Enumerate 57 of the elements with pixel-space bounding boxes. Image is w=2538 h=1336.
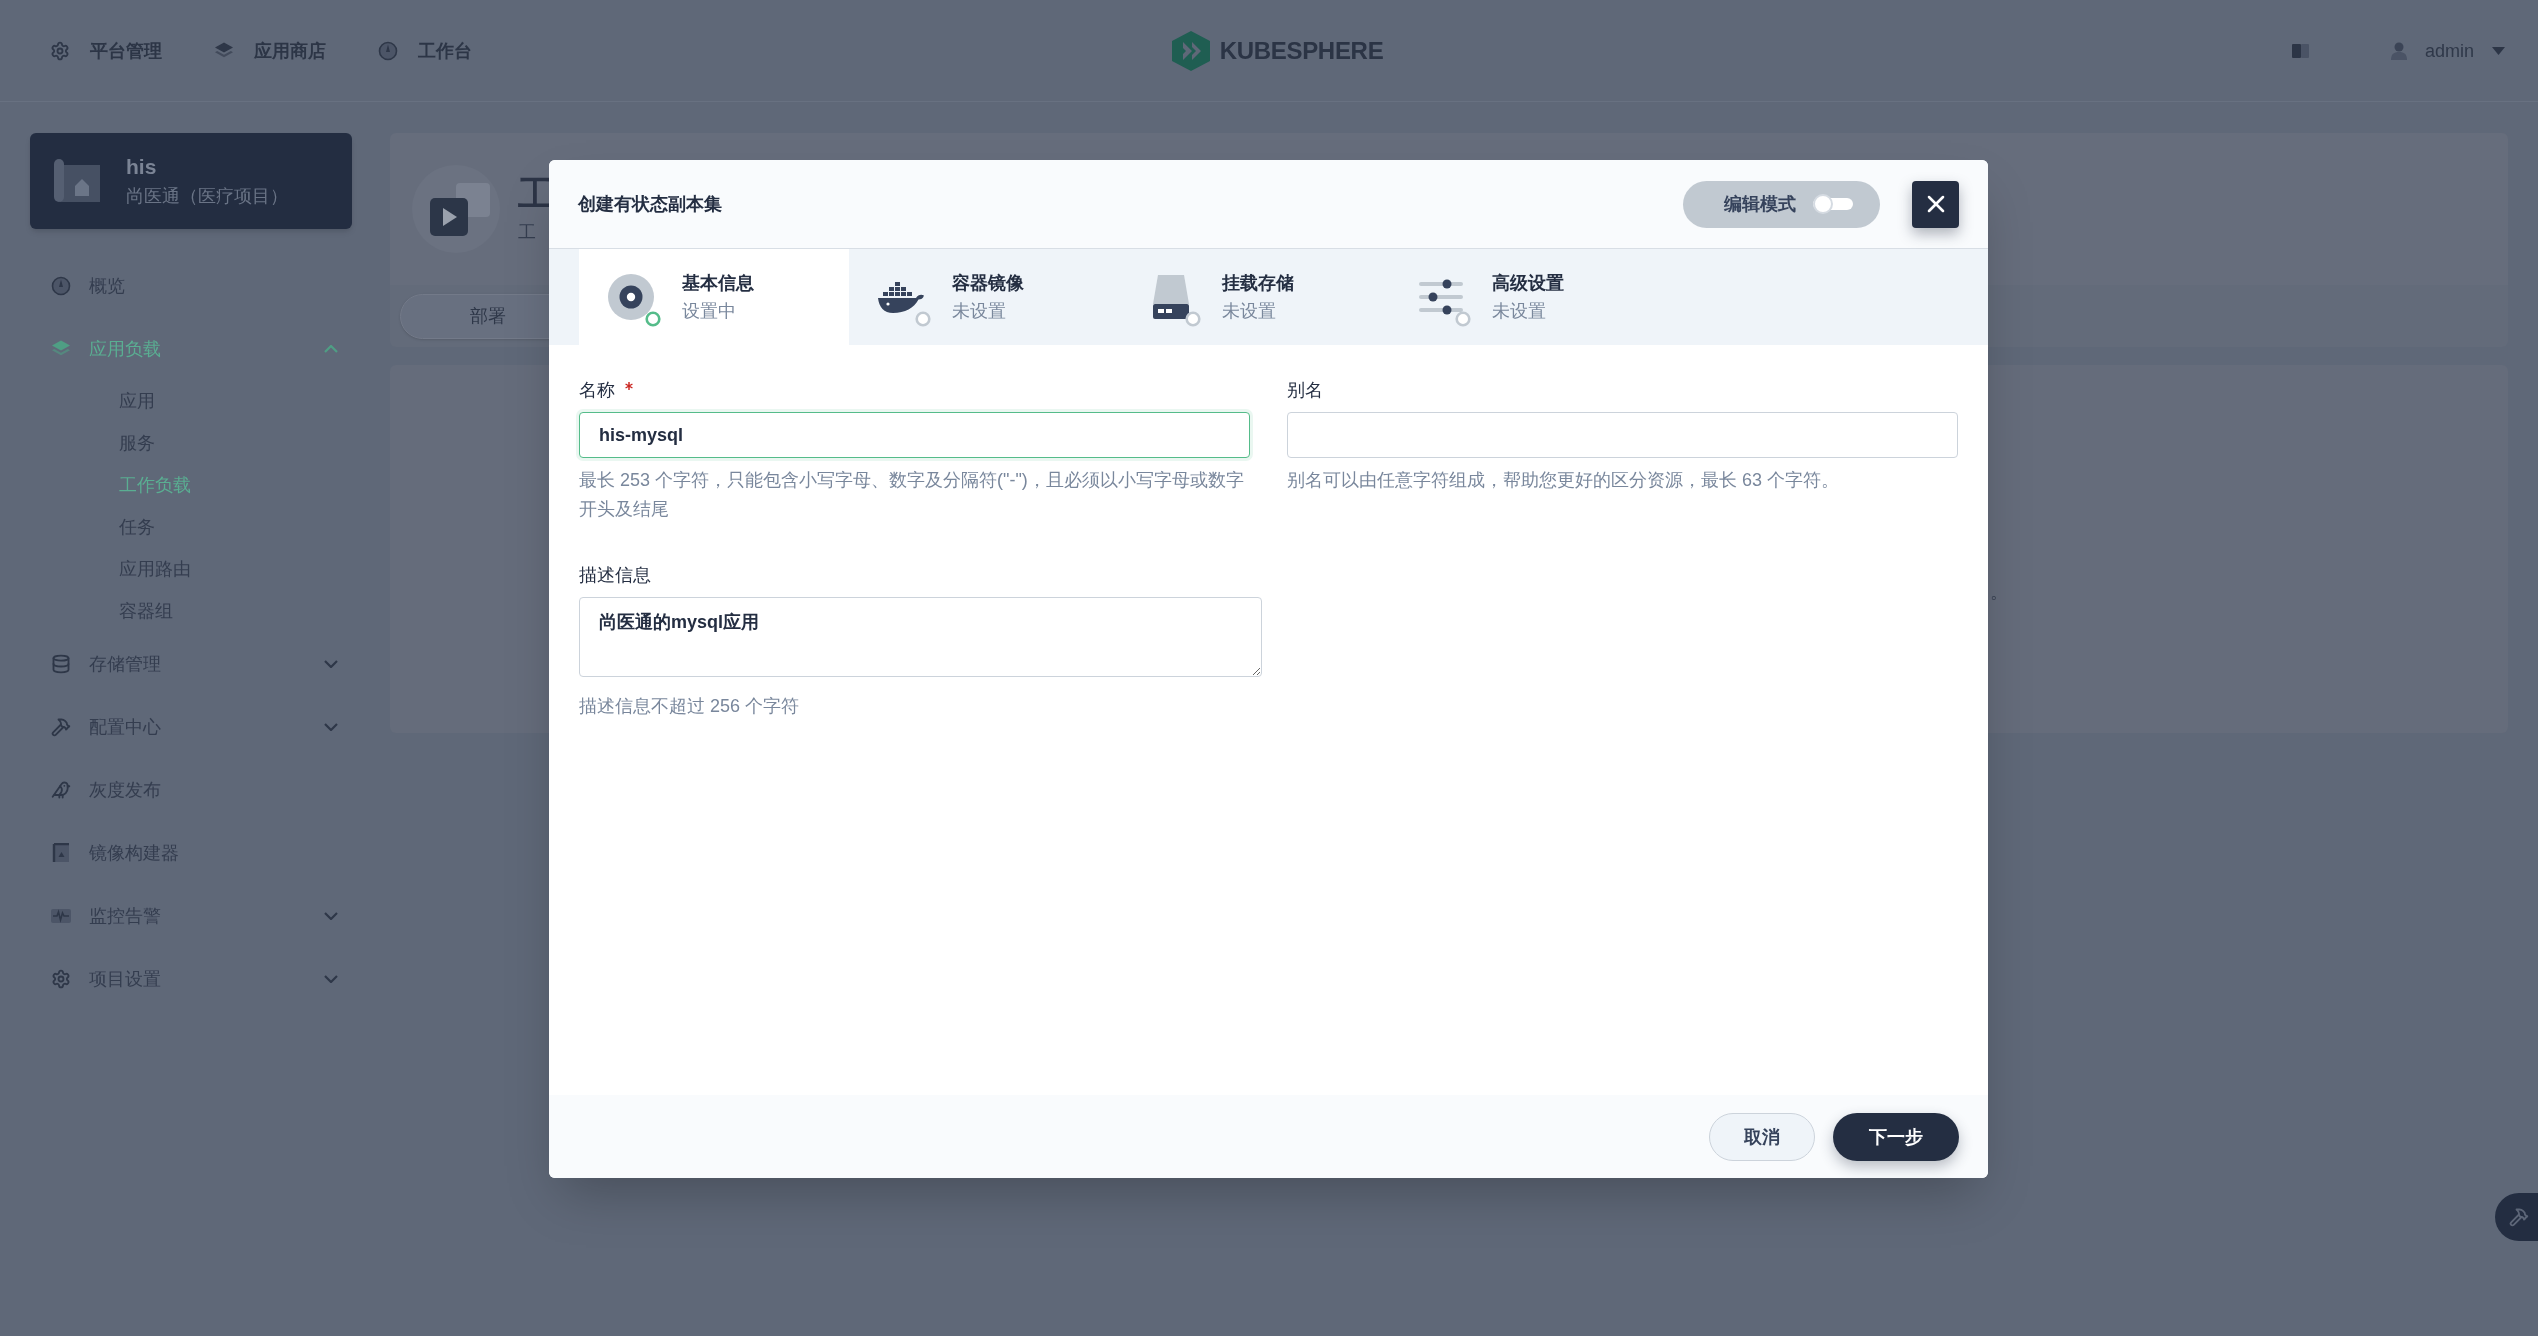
field-label: 别名 [1287, 379, 1323, 402]
step-title: 挂载存储 [1222, 272, 1294, 295]
text-input[interactable]: his-mysql [579, 412, 1250, 458]
project-card[interactable]: his 尚医通（医疗项目） [30, 133, 352, 229]
step-tab[interactable]: 高级设置 未设置 [1389, 249, 1659, 345]
sidebar-subitem[interactable]: 工作负载 [30, 464, 352, 506]
hammer-icon [2508, 1207, 2529, 1227]
disc-icon [608, 274, 654, 320]
step-tab[interactable]: 容器镜像 未设置 [849, 249, 1119, 345]
field-hint: 描述信息不超过 256 个字符 [579, 695, 801, 718]
field-hint: 最长 253 个字符，只能包含小写字母、数字及分隔符("-")，且必须以小写字母或数字开头及结尾 [579, 469, 1245, 521]
image-frame-icon [51, 842, 71, 863]
sliders-icon [1418, 278, 1464, 316]
step-tab[interactable]: 挂载存储 未设置 [1119, 249, 1389, 345]
close-button[interactable] [1912, 180, 1959, 228]
gauge-icon [51, 275, 71, 296]
step-title: 容器镜像 [952, 272, 1024, 295]
text-input[interactable] [1287, 412, 1958, 458]
field-label: 名称 [579, 379, 615, 402]
whale-icon [877, 279, 925, 315]
project-description: 尚医通（医疗项目） [126, 185, 288, 208]
switch[interactable] [1813, 194, 1853, 214]
status-ring-icon [1455, 311, 1471, 327]
field-label: 描述信息 [579, 564, 651, 587]
step-status: 未设置 [1222, 300, 1277, 323]
bird-icon [51, 779, 71, 800]
tools-button[interactable] [2495, 1193, 2538, 1241]
step-status: 未设置 [1492, 300, 1547, 323]
hexagon-logo-icon [1171, 30, 1210, 71]
book-icon[interactable] [2291, 43, 2309, 58]
project-name: his [126, 154, 158, 180]
status-ring-icon [645, 311, 661, 327]
settings-icon [51, 968, 71, 989]
settings-icon [50, 40, 70, 61]
cancel-button[interactable]: 取消 [1709, 1112, 1815, 1161]
user-icon [2390, 41, 2407, 60]
step-title: 高级设置 [1492, 272, 1564, 295]
sidebar-item[interactable]: 应用负载 [30, 317, 352, 380]
description-text: 。 [1990, 582, 2008, 602]
status-ring-icon [915, 311, 931, 327]
dialog-title: 创建有状态副本集 [578, 193, 722, 216]
step-title: 基本信息 [682, 272, 754, 295]
edit-mode-toggle[interactable]: 编辑模式 [1683, 180, 1880, 228]
next-button[interactable]: 下一步 [1833, 1112, 1959, 1161]
step-status: 未设置 [952, 300, 1007, 323]
status-ring-icon [1185, 311, 1201, 327]
gauge-icon [378, 40, 398, 61]
textarea-field[interactable]: 尚医通的mysql应用 [579, 597, 1262, 677]
step-tab[interactable]: 基本信息 设置中 [579, 249, 849, 345]
field-hint: 别名可以由任意字符组成，帮助您更好的区分资源，最长 63 个字符。 [1287, 469, 1841, 492]
database-icon [51, 653, 71, 674]
drive-icon [1151, 274, 1191, 320]
house-icon [54, 159, 100, 203]
step-status: 设置中 [682, 300, 737, 323]
pulse-icon [50, 906, 72, 925]
hammer-icon [51, 716, 71, 737]
caret-down-icon [2492, 46, 2505, 55]
